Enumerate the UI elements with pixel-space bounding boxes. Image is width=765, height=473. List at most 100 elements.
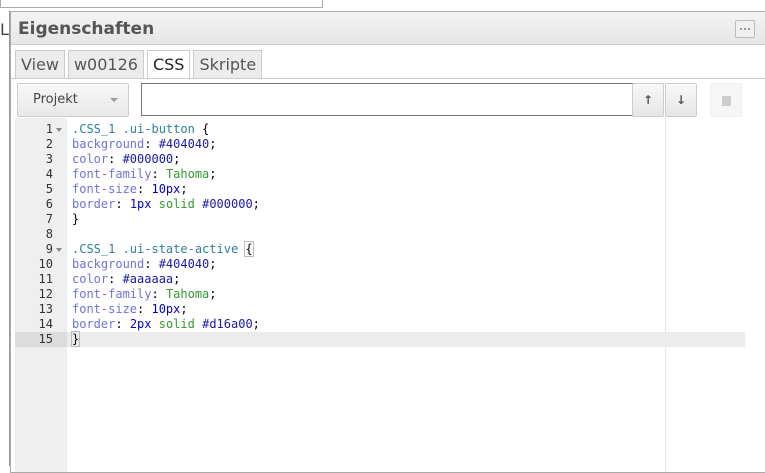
- line-number-text: 5: [45, 182, 53, 196]
- css-name-input[interactable]: [141, 83, 636, 116]
- code-text: border: 2px solid #d16a00;: [72, 317, 260, 332]
- code-text: font-size: 10px;: [72, 182, 188, 197]
- code-token: Tahoma: [165, 167, 210, 181]
- line-number: 3: [15, 152, 53, 167]
- line-number-text: 1: [45, 122, 53, 136]
- move-up-button[interactable]: ↑: [632, 83, 664, 117]
- text-cursor: [79, 332, 81, 347]
- code-token: color: [72, 272, 109, 286]
- code-line[interactable]: 8: [15, 227, 745, 242]
- code-token: #aaaaaa: [122, 272, 174, 286]
- code-token: }: [72, 212, 80, 226]
- tab-css[interactable]: CSS: [146, 50, 191, 79]
- code-token: #404040: [158, 257, 210, 271]
- line-number-text: 12: [38, 287, 53, 301]
- line-number-text: 9: [45, 242, 53, 256]
- code-text: }: [70, 331, 81, 347]
- tab-divider: [11, 78, 765, 79]
- line-number-text: 11: [38, 272, 53, 286]
- code-token: :: [137, 302, 152, 316]
- code-editor[interactable]: 1 .CSS_1 .ui-button { 2 background: #404040…: [15, 118, 745, 472]
- properties-panel: Eigenschaften View w00126 CSS Skripte Pr…: [10, 11, 765, 473]
- line-number-text: 6: [45, 197, 53, 211]
- line-number-text: 13: [38, 302, 53, 316]
- code-text: font-size: 10px;: [72, 302, 188, 317]
- line-number-text: 2: [45, 137, 53, 151]
- line-number: 1: [15, 122, 53, 137]
- fold-toggle-icon[interactable]: [56, 128, 62, 132]
- code-token: :: [144, 137, 159, 151]
- code-token: ;: [173, 272, 181, 286]
- code-line[interactable]: 5 font-size: 10px;: [15, 182, 745, 197]
- line-number-text: 10: [38, 257, 53, 271]
- code-line[interactable]: 3 color: #000000;: [15, 152, 745, 167]
- code-line[interactable]: 11 color: #aaaaaa;: [15, 272, 745, 287]
- code-token: font-size: [72, 182, 138, 196]
- tab-view[interactable]: View: [15, 50, 65, 78]
- code-text: .CSS_1 .ui-state-active {: [72, 241, 254, 257]
- code-token: ;: [209, 287, 217, 301]
- code-token: Tahoma: [165, 287, 210, 301]
- code-line[interactable]: 13 font-size: 10px;: [15, 302, 745, 317]
- code-token: 10px: [151, 182, 181, 196]
- move-down-button[interactable]: ↓: [665, 83, 697, 117]
- arrow-down-icon: ↓: [675, 93, 687, 107]
- line-number: 4: [15, 167, 53, 182]
- line-number: 11: [15, 272, 53, 287]
- line-number: 10: [15, 257, 53, 272]
- code-line[interactable]: 1 .CSS_1 .ui-button {: [15, 122, 745, 137]
- code-token: .CSS_1 .ui-button: [72, 122, 203, 136]
- code-token: .CSS_1 .ui-state-active: [72, 242, 246, 256]
- panel-menu-button[interactable]: [735, 20, 755, 38]
- code-token: #d16a00: [202, 317, 253, 331]
- left-panel-edge: L: [0, 11, 10, 466]
- line-number: 6: [15, 197, 53, 212]
- code-line[interactable]: 7}: [15, 212, 745, 227]
- code-token: font-size: [72, 302, 138, 316]
- save-button[interactable]: [710, 83, 742, 117]
- code-line[interactable]: 14 border: 2px solid #d16a00;: [15, 317, 745, 332]
- line-number: 15: [15, 332, 67, 347]
- code-text: font-family: Tahoma;: [72, 287, 217, 302]
- left-panel-letter: L: [0, 20, 9, 39]
- code-token: background: [72, 257, 145, 271]
- scope-dropdown-label: Projekt: [33, 92, 78, 107]
- code-line[interactable]: 2 background: #404040;: [15, 137, 745, 152]
- line-number: 13: [15, 302, 53, 317]
- code-text: border: 1px solid #000000;: [72, 197, 260, 212]
- code-text: color: #000000;: [72, 152, 180, 167]
- code-token: color: [72, 152, 109, 166]
- code-token: :: [108, 272, 123, 286]
- code-text: background: #404040;: [72, 257, 217, 272]
- code-token: 1px: [129, 197, 152, 211]
- line-number: 2: [15, 137, 53, 152]
- code-token: #404040: [158, 137, 210, 151]
- tab-w00126[interactable]: w00126: [67, 50, 144, 78]
- code-line[interactable]: 12 font-family: Tahoma;: [15, 287, 745, 302]
- top-input-strip: [0, 0, 323, 8]
- code-text: .CSS_1 .ui-button {: [72, 122, 209, 137]
- line-number: 8: [15, 227, 53, 242]
- code-token: ;: [180, 302, 188, 316]
- scope-dropdown[interactable]: Projekt: [17, 83, 129, 117]
- line-number: 12: [15, 287, 53, 302]
- tab-skripte[interactable]: Skripte: [193, 50, 263, 78]
- code-text: }: [72, 212, 79, 227]
- code-token: 10px: [151, 302, 181, 316]
- code-token: ;: [209, 257, 217, 271]
- code-token: font-family: [72, 287, 152, 301]
- code-text: background: #404040;: [72, 137, 217, 152]
- code-line[interactable]: 9 .CSS_1 .ui-state-active {: [15, 241, 745, 257]
- chevron-down-icon: [110, 98, 118, 102]
- line-number-text: 14: [38, 317, 53, 331]
- code-line[interactable]: 6 border: 1px solid #000000;: [15, 197, 745, 212]
- fold-toggle-icon[interactable]: [56, 248, 62, 252]
- code-token: ;: [209, 167, 217, 181]
- line-number-text: 8: [45, 227, 53, 241]
- code-line[interactable]: 4 font-family: Tahoma;: [15, 167, 745, 182]
- code-line[interactable]: 15}: [15, 331, 745, 347]
- code-token: ;: [252, 197, 260, 211]
- code-line[interactable]: 10 background: #404040;: [15, 257, 745, 272]
- code-token: solid: [158, 317, 195, 331]
